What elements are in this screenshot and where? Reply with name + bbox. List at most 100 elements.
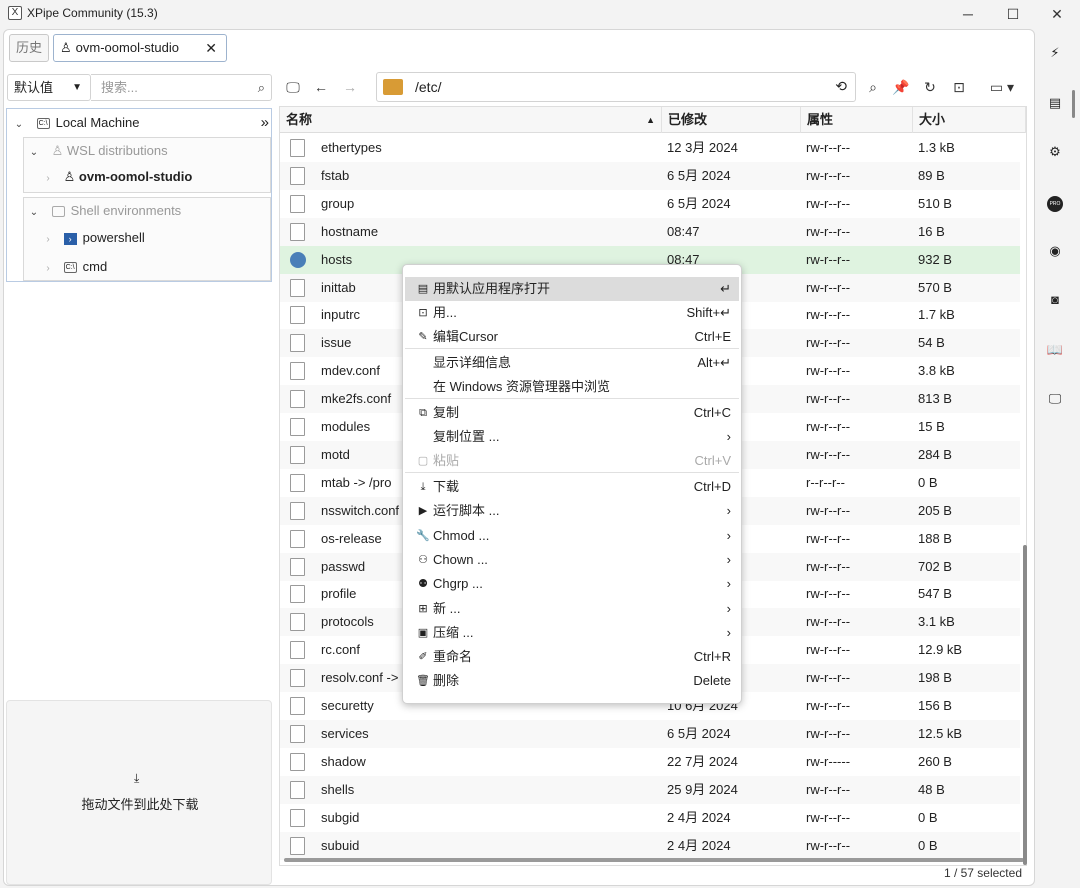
menu-item[interactable]: ⊞ 新 ... › xyxy=(405,597,739,621)
file-attributes: rw-r--r-- xyxy=(806,809,851,825)
menu-item[interactable]: 🔧 Chmod ... › xyxy=(405,524,739,548)
column-header-name[interactable]: 名称 ▲ xyxy=(280,107,662,133)
tree-item-ovm-oomol-studio[interactable]: › ♙ ovm-oomol-studio xyxy=(42,165,192,189)
menu-item[interactable]: ✐ 重命名 Ctrl+R xyxy=(405,645,739,669)
search-placeholder: 搜索... xyxy=(101,80,138,95)
menu-item[interactable]: ⊡ 用... Shift+↵ xyxy=(405,301,739,325)
tab-ovm-oomol-studio[interactable]: ♙ ovm-oomol-studio ✕ xyxy=(53,34,227,62)
table-row[interactable]: subgid 2 4月 2024 rw-r--r-- 0 B xyxy=(280,804,1020,832)
pin-icon[interactable]: 📌 xyxy=(888,74,914,100)
menu-item[interactable]: 在 Windows 资源管理器中浏览 xyxy=(405,375,739,399)
column-header-modified[interactable]: 已修改 xyxy=(662,107,801,133)
menu-item[interactable]: 显示详细信息 Alt+↵ xyxy=(405,351,739,375)
tree-label: cmd xyxy=(82,259,108,274)
server-icon[interactable]: ▤ xyxy=(1044,92,1066,114)
menu-item[interactable]: ▶ 运行脚本 ... › xyxy=(405,499,739,523)
menu-item[interactable]: ⤓ 下载 Ctrl+D xyxy=(405,475,739,499)
file-icon xyxy=(290,194,305,213)
vertical-scrollbar[interactable] xyxy=(1023,545,1027,865)
table-row[interactable]: services 6 5月 2024 rw-r--r-- 12.5 kB xyxy=(280,719,1020,748)
file-icon xyxy=(290,222,305,241)
table-row[interactable]: hostname 08:47 rw-r--r-- 16 B xyxy=(280,217,1020,246)
menu-item-label: 复制位置 ... xyxy=(433,429,500,444)
menu-item[interactable]: ✎ 编辑Cursor Ctrl+E xyxy=(405,325,739,349)
table-row[interactable]: subuid 2 4月 2024 rw-r--r-- 0 B xyxy=(280,831,1020,860)
gears-icon[interactable]: ⚙ xyxy=(1044,141,1066,163)
forward-arrow-icon[interactable]: → xyxy=(337,74,363,100)
menu-item[interactable]: ▢ 粘贴 Ctrl+V xyxy=(405,449,739,473)
search-icon[interactable]: ⌕ xyxy=(860,74,886,100)
menu-item[interactable]: ⧉ 复制 Ctrl+C xyxy=(405,401,739,425)
tab-history[interactable]: 历史 xyxy=(9,34,49,62)
menu-item-label: 编辑Cursor xyxy=(433,329,499,344)
github-icon[interactable]: ◉ xyxy=(1044,240,1066,262)
shell-group: ⌄ Shell environments › › powershell › C:\… xyxy=(23,197,271,281)
refresh-icon[interactable]: ↻ xyxy=(917,74,943,100)
plug-icon[interactable]: ⚡ xyxy=(1044,42,1066,64)
monitor-icon[interactable]: 🖵 xyxy=(1044,388,1066,410)
table-row[interactable]: shells 25 9月 2024 rw-r--r-- 48 B xyxy=(280,775,1020,804)
tree-item-local-machine[interactable]: ⌄ C:\ Local Machine » xyxy=(13,111,269,135)
file-icon xyxy=(290,780,305,799)
selection-status: 1 / 57 selected xyxy=(943,866,1022,880)
file-icon xyxy=(290,166,305,185)
table-row[interactable]: fstab 6 5月 2024 rw-r--r-- 89 B xyxy=(280,161,1020,190)
table-row[interactable]: ethertypes 12 3月 2024 rw-r--r-- 1.3 kB xyxy=(280,134,1020,162)
expand-icon[interactable]: » xyxy=(261,111,269,135)
modified-date: 22 7月 2024 xyxy=(667,753,738,769)
table-row[interactable]: group 6 5月 2024 rw-r--r-- 510 B xyxy=(280,190,1020,218)
pro-icon[interactable]: PRO xyxy=(1044,190,1066,212)
menu-item[interactable]: ⚉ Chgrp ... › xyxy=(405,572,739,596)
file-icon xyxy=(290,473,305,492)
modified-date: 6 5月 2024 xyxy=(667,167,731,183)
menu-item-label: Chmod ... xyxy=(433,528,490,543)
menu-item[interactable]: 复制位置 ... › xyxy=(405,425,739,449)
tree-item-wsl[interactable]: ⌄ ♙ WSL distributions xyxy=(28,139,168,163)
menu-item-label: 在 Windows 资源管理器中浏览 xyxy=(433,379,610,394)
file-icon xyxy=(290,808,305,827)
file-size: 188 B xyxy=(918,530,952,546)
file-size: 570 B xyxy=(918,279,952,295)
menu-item-icon: ⤓ xyxy=(420,481,426,493)
column-header-size[interactable]: 大小 xyxy=(913,107,1026,133)
menu-item[interactable]: 🗑 删除 Delete xyxy=(405,669,739,693)
download-drop-zone[interactable]: ⤓ 拖动文件到此处下载 xyxy=(6,700,272,885)
path-text: /etc/ xyxy=(415,79,442,95)
search-input[interactable]: 搜索... ⌕ xyxy=(91,74,272,101)
table-row[interactable]: shadow 22 7月 2024 rw-r----- 260 B xyxy=(280,748,1020,776)
discord-icon[interactable]: ◙ xyxy=(1044,289,1066,311)
filter-select[interactable]: 默认值 ▼ xyxy=(7,74,91,101)
path-bar[interactable]: /etc/ ⟲ xyxy=(376,72,856,102)
menu-item-shortcut: › xyxy=(726,552,731,567)
tree-item-cmd[interactable]: › C:\ cmd xyxy=(42,255,107,279)
maximize-button[interactable]: ☐ xyxy=(990,0,1036,28)
column-header-attrs[interactable]: 属性 xyxy=(801,107,913,133)
menu-item[interactable]: ▣ 压缩 ... › xyxy=(405,621,739,645)
book-icon[interactable]: 📖 xyxy=(1044,339,1066,361)
tree-label: Shell environments xyxy=(70,203,182,218)
history-icon[interactable]: ⟲ xyxy=(835,78,847,95)
folder-menu-icon[interactable]: ▭ ▾ xyxy=(982,74,1022,100)
horizontal-scrollbar[interactable] xyxy=(284,858,1024,862)
tree-item-shell-environments[interactable]: ⌄ Shell environments xyxy=(28,199,181,223)
menu-item[interactable]: ⚇ Chown ... › xyxy=(405,548,739,572)
close-tab-icon[interactable]: ✕ xyxy=(205,35,217,61)
menu-item-label: 复制 xyxy=(433,405,460,420)
tree-item-powershell[interactable]: › › powershell xyxy=(42,226,144,250)
file-icon xyxy=(290,278,305,297)
monitor-icon[interactable]: 🖵 xyxy=(280,74,306,100)
close-window-button[interactable]: ✕ xyxy=(1034,0,1080,28)
menu-item-label: Chgrp ... xyxy=(433,576,483,591)
terminal-icon[interactable]: ⊡ xyxy=(946,74,972,100)
menu-item[interactable]: ▤ 用默认应用程序打开 ↵ xyxy=(405,277,739,301)
chevron-right-icon: › xyxy=(46,234,50,245)
menu-item-label: 运行脚本 ... xyxy=(433,503,500,518)
back-arrow-icon[interactable]: ← xyxy=(308,74,334,100)
rail-scrollbar[interactable] xyxy=(1072,90,1075,118)
file-icon xyxy=(290,390,305,409)
file-size: 205 B xyxy=(918,502,952,518)
minimize-button[interactable]: ─ xyxy=(945,0,991,28)
file-size: 1.7 kB xyxy=(918,307,955,323)
menu-item-shortcut: ↵ xyxy=(720,281,731,296)
file-size: 54 B xyxy=(918,335,945,351)
